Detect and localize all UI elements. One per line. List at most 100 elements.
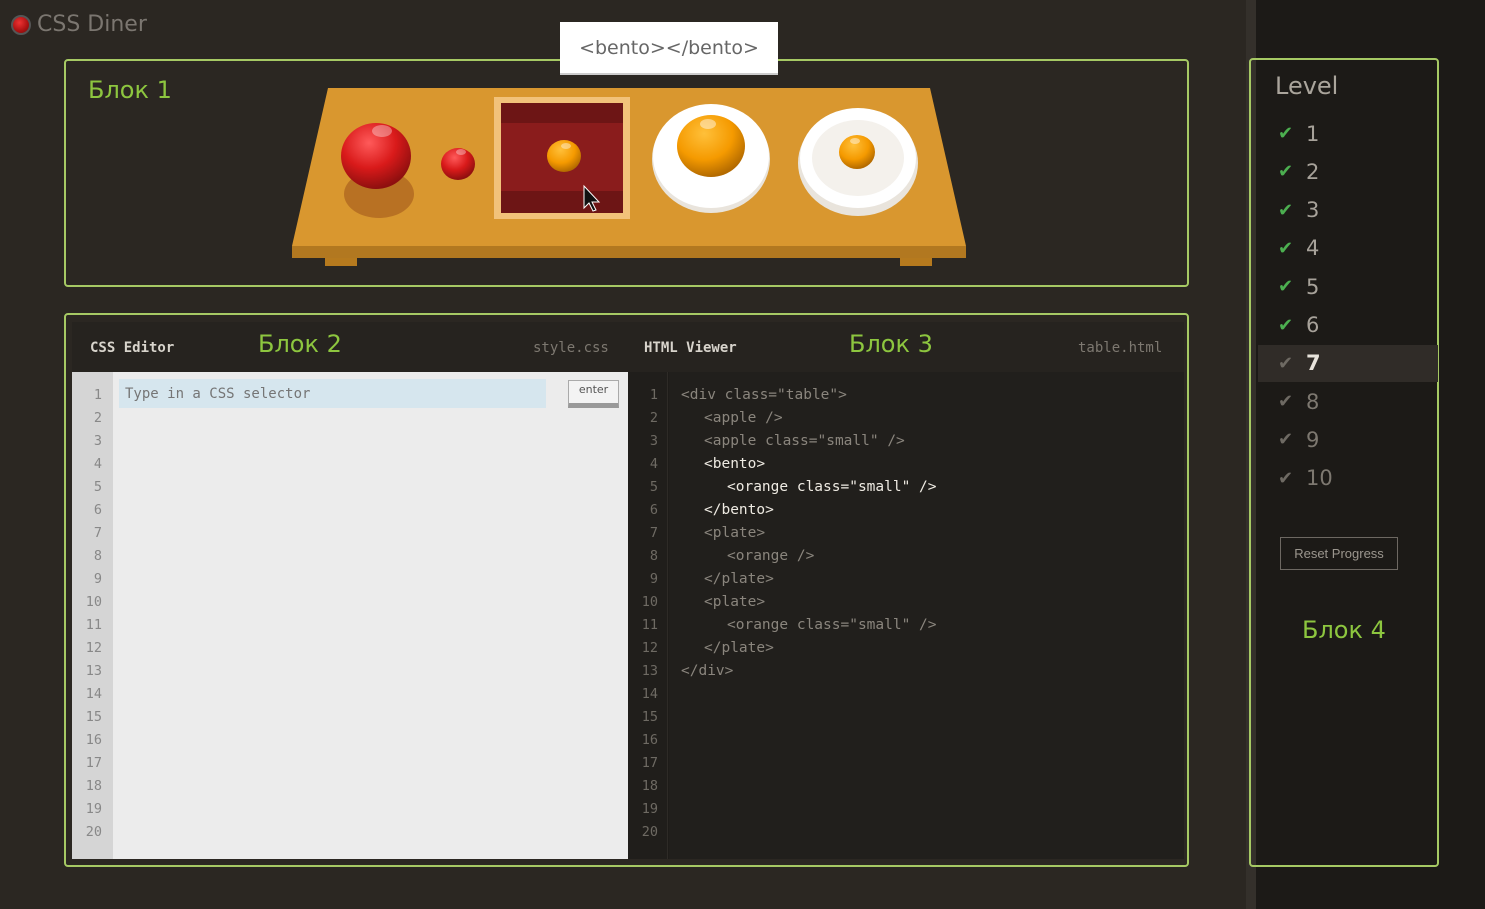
css-editor-filename: style.css	[533, 340, 609, 356]
line-number: 9	[649, 571, 658, 587]
line-number: 19	[641, 801, 658, 817]
level-item-2[interactable]: ✔ 2	[1258, 153, 1438, 190]
block-3-label: Блок 3	[849, 330, 933, 358]
app-logo-icon	[11, 14, 31, 35]
level-number: 4	[1306, 236, 1320, 261]
enter-button[interactable]: enter	[568, 380, 619, 408]
checkmark-icon: ✔	[1278, 467, 1294, 488]
level-item-9[interactable]: ✔ 9	[1258, 421, 1438, 458]
line-number: 15	[641, 709, 658, 725]
line-number: 6	[649, 502, 658, 518]
line-number: 20	[641, 824, 658, 840]
apple[interactable]	[341, 123, 414, 218]
line-number: 1	[649, 387, 658, 403]
apple-small[interactable]	[441, 148, 475, 180]
level-item-7[interactable]: ✔ 7	[1258, 344, 1438, 382]
checkmark-icon: ✔	[1278, 199, 1294, 220]
line-number: 17	[641, 755, 658, 771]
html-viewer-filename: table.html	[1078, 340, 1163, 356]
css-selector-input[interactable]	[119, 379, 546, 408]
line-number: 7	[93, 525, 102, 541]
code-line[interactable]: </bento>	[704, 502, 774, 518]
html-viewer-body: <div class="table"> <apple /> <apple class…	[669, 372, 1184, 859]
line-number: 19	[85, 801, 102, 817]
line-number: 13	[641, 663, 658, 679]
code-line: <plate>	[704, 594, 766, 610]
line-number: 12	[641, 640, 658, 656]
block-1-label: Блок 1	[88, 76, 172, 104]
line-number: 15	[85, 709, 102, 725]
dinner-table	[292, 88, 966, 266]
code-line: <plate>	[704, 525, 766, 541]
line-number: 18	[85, 778, 102, 794]
level-number: 7	[1306, 351, 1321, 376]
line-number: 11	[641, 617, 658, 633]
html-viewer-title: HTML Viewer	[644, 340, 737, 356]
orange-small-in-bento[interactable]	[547, 140, 581, 172]
line-number: 3	[93, 433, 102, 449]
level-item-5[interactable]: ✔ 5	[1258, 268, 1438, 305]
css-editor-title: CSS Editor	[90, 340, 175, 356]
reset-progress-button[interactable]: Reset Progress	[1280, 537, 1398, 570]
code-line: </plate>	[704, 571, 774, 587]
checkmark-icon: ✔	[1278, 123, 1294, 143]
line-number: 13	[85, 663, 102, 679]
line-number: 4	[93, 456, 102, 472]
code-line[interactable]: <bento>	[704, 456, 765, 472]
editor-area: CSS Editor style.css HTML Viewer table.h…	[72, 322, 1184, 859]
code-line: </plate>	[704, 640, 774, 656]
line-number: 18	[641, 778, 658, 794]
code-line: <orange />	[727, 548, 815, 564]
line-number: 16	[641, 732, 658, 748]
checkmark-icon: ✔	[1278, 391, 1294, 412]
level-item-8[interactable]: ✔ 8	[1258, 383, 1438, 420]
css-editor-header: CSS Editor style.css	[72, 322, 628, 372]
line-number: 2	[93, 410, 102, 426]
code-line: </div>	[681, 663, 734, 679]
plate-with-orange[interactable]	[652, 104, 770, 213]
level-item-4[interactable]: ✔ 4	[1258, 230, 1438, 267]
checkmark-icon: ✔	[1278, 237, 1294, 258]
checkmark-icon: ✔	[1278, 161, 1294, 182]
code-line[interactable]: <orange class="small" />	[727, 479, 937, 495]
line-number: 9	[93, 571, 102, 587]
bento[interactable]	[494, 97, 630, 219]
line-number: 14	[85, 686, 102, 702]
level-item-3[interactable]: ✔ 3	[1258, 192, 1438, 229]
level-number: 10	[1306, 466, 1333, 491]
line-number: 8	[93, 548, 102, 564]
level-number: 2	[1306, 159, 1320, 184]
level-item-10[interactable]: ✔ 10	[1258, 460, 1438, 497]
line-number: 20	[85, 824, 102, 840]
checkmark-icon: ✔	[1278, 276, 1294, 297]
line-number: 12	[85, 640, 102, 656]
line-number: 10	[85, 594, 102, 610]
level-title: Level	[1275, 72, 1339, 100]
plate-with-small-orange[interactable]	[798, 108, 918, 216]
line-number: 10	[641, 594, 658, 610]
level-number: 5	[1306, 274, 1320, 299]
app-title: CSS Diner	[11, 12, 147, 37]
css-editor-body[interactable]	[113, 372, 628, 859]
checkmark-icon: ✔	[1278, 314, 1294, 335]
line-number: 8	[649, 548, 658, 564]
level-number: 8	[1306, 389, 1320, 414]
level-number: 6	[1306, 313, 1320, 337]
line-number: 3	[649, 433, 658, 449]
line-number: 6	[93, 502, 102, 518]
level-number: 9	[1306, 427, 1320, 452]
level-item-6[interactable]: ✔ 6	[1258, 307, 1438, 344]
block-2-label: Блок 2	[258, 330, 342, 358]
checkmark-icon: ✔	[1278, 352, 1294, 373]
line-number: 17	[85, 755, 102, 771]
code-line: <div class="table">	[681, 387, 847, 403]
app-title-text: CSS Diner	[37, 12, 147, 37]
level-item-1[interactable]: ✔ 1	[1258, 115, 1438, 152]
code-line: <apple />	[704, 410, 783, 426]
line-number: 14	[641, 686, 658, 702]
line-number: 7	[649, 525, 658, 541]
line-number: 11	[85, 617, 102, 633]
css-line-numbers: 1 2 3 4 5 6 7 8 9 10 11 12 13 14 15 16 17 18 19 20	[72, 372, 113, 859]
checkmark-icon: ✔	[1278, 429, 1294, 450]
html-line-numbers: 1 2 3 4 5 6 7 8 9 10 11 12 13 14 15 16 17 18 19 20	[628, 372, 668, 859]
